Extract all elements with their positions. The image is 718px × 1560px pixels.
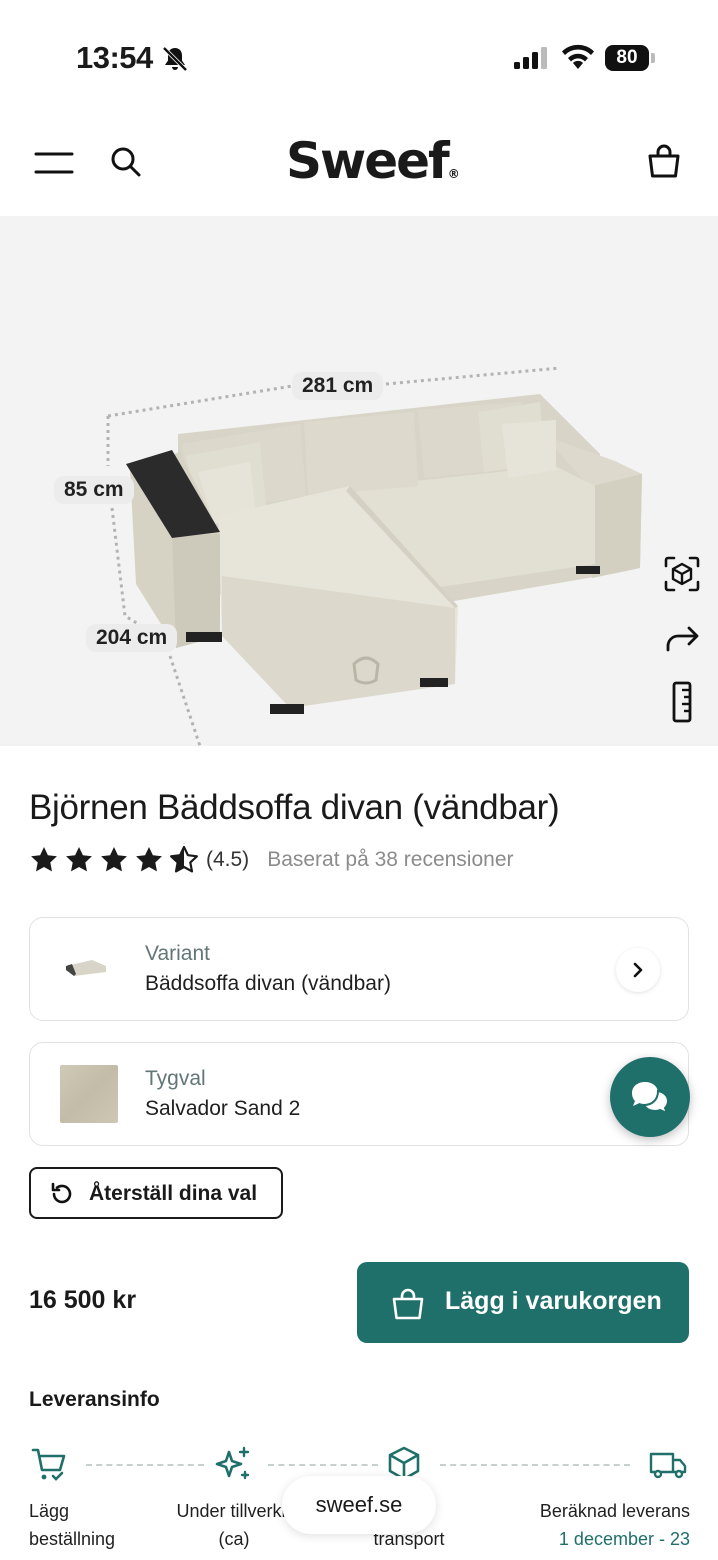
- variant-chevron-button[interactable]: [616, 948, 660, 992]
- delivery-step-estimated: Beräknad leverans 1 december - 23: [538, 1497, 690, 1553]
- chevron-right-icon: [633, 962, 643, 978]
- shopping-bag-icon[interactable]: [644, 140, 684, 180]
- fabric-selector[interactable]: Tygval Salvador Sand 2: [29, 1042, 689, 1146]
- share-icon[interactable]: [660, 616, 704, 660]
- logo-registered-mark: ®: [447, 167, 460, 181]
- fabric-value: Salvador Sand 2: [145, 1097, 301, 1120]
- ar-view-icon[interactable]: [660, 552, 704, 596]
- variant-selector[interactable]: Variant Bäddsoffa divan (vändbar): [29, 917, 689, 1021]
- delivery-step-order: Lägg beställning: [29, 1497, 115, 1553]
- delivery-info-title: Leveransinfo: [29, 1388, 160, 1411]
- step-line-1: Beräknad leverans: [539, 1501, 690, 1521]
- fabric-label: Tygval: [145, 1067, 206, 1090]
- sweef-logo[interactable]: Sweef®: [286, 132, 460, 190]
- width-dimension-label: 281 cm: [292, 372, 384, 400]
- step-connector: [440, 1464, 630, 1466]
- step-connector: [86, 1464, 204, 1466]
- search-icon[interactable]: [108, 144, 144, 180]
- wifi-icon: [562, 44, 594, 69]
- add-to-cart-button[interactable]: Lägg i varukorgen: [357, 1262, 689, 1343]
- variant-value: Bäddsoffa divan (vändbar): [145, 972, 391, 995]
- step-connector: [268, 1464, 378, 1466]
- rating-value: (4.5): [206, 848, 250, 871]
- battery-level: 80: [605, 45, 649, 71]
- variant-thumbnail: [66, 960, 106, 976]
- ruler-icon[interactable]: [660, 680, 704, 724]
- shopping-bag-icon: [392, 1288, 424, 1320]
- signal-icon: [514, 47, 547, 69]
- delivery-truck-icon: [649, 1452, 687, 1479]
- step-line-1: Lägg: [29, 1501, 70, 1521]
- star-full-icon: [31, 847, 57, 872]
- add-to-cart-label: Lägg i varukorgen: [445, 1287, 662, 1315]
- price: 16 500 kr: [29, 1286, 137, 1314]
- variant-label: Variant: [145, 942, 210, 965]
- star-half-icon: [170, 845, 198, 873]
- logo-text: Sweef: [286, 132, 450, 190]
- battery-tip: [651, 53, 655, 63]
- chat-bubbles-icon: [632, 1082, 670, 1115]
- product-title: Björnen Bäddsoffa divan (vändbar): [29, 788, 560, 827]
- product-image[interactable]: 281 cm 85 cm 204 cm: [0, 216, 718, 746]
- star-full-icon: [66, 847, 92, 872]
- review-count[interactable]: Baserat på 38 recensioner: [267, 848, 513, 872]
- cart-check-icon: [31, 1448, 66, 1481]
- chat-button[interactable]: [610, 1057, 690, 1137]
- rating-row[interactable]: (4.5) Baserat på 38 recensioner: [29, 842, 514, 878]
- status-time: 13:54: [76, 40, 153, 75]
- reset-label: Återställ dina val: [89, 1182, 258, 1205]
- reset-choices-button[interactable]: Återställ dina val: [29, 1167, 283, 1219]
- site-header: Sweef®: [0, 118, 718, 216]
- height-dimension-label: 85 cm: [54, 476, 134, 504]
- bell-slash-icon: [162, 46, 188, 72]
- sparkles-icon: [215, 1446, 250, 1480]
- battery-indicator: 80: [605, 45, 655, 71]
- star-full-icon: [101, 847, 127, 872]
- browser-url-bar[interactable]: sweef.se: [282, 1476, 436, 1534]
- reset-icon: [51, 1182, 72, 1204]
- fabric-swatch: [60, 1065, 118, 1123]
- depth-dimension-label: 204 cm: [86, 624, 178, 652]
- star-full-icon: [136, 847, 162, 872]
- step-line-2: (ca): [218, 1529, 250, 1549]
- hamburger-menu-icon[interactable]: [34, 148, 74, 178]
- status-bar: 13:54 80: [0, 0, 718, 118]
- step-line-2: beställning: [29, 1529, 116, 1549]
- estimated-delivery-date: 1 december - 23: [558, 1529, 690, 1549]
